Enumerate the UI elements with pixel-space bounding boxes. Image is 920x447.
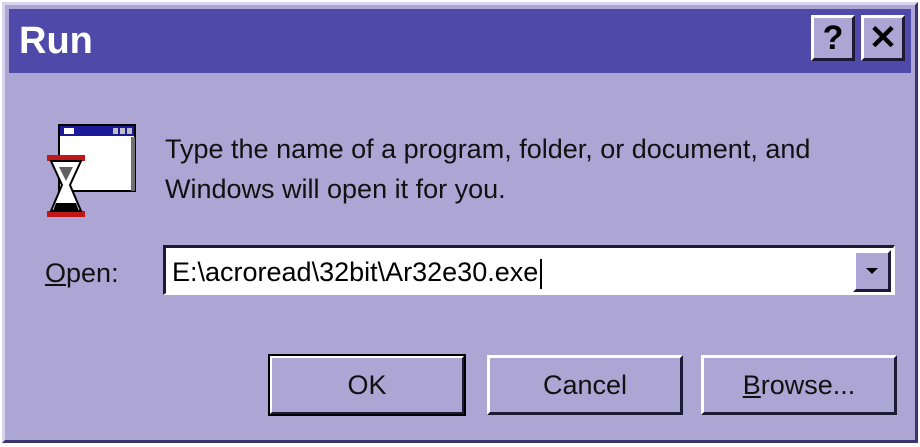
run-program-icon: [47, 124, 136, 217]
close-button[interactable]: ✕: [861, 15, 905, 61]
open-label-rest: pen:: [66, 258, 119, 288]
ok-label: OK: [347, 369, 387, 400]
instruction-text: Type the name of a program, folder, or d…: [165, 129, 885, 209]
open-label-mnemonic: O: [45, 258, 67, 288]
browse-label-rest: rowse...: [760, 369, 856, 400]
open-label: Open:: [45, 255, 119, 291]
cancel-label: Cancel: [542, 369, 628, 400]
help-label: ?: [822, 18, 844, 57]
browse-button[interactable]: Browse...: [701, 355, 897, 415]
instruction-line-1: Type the name of a program, folder, or d…: [165, 134, 811, 164]
window-title: Run: [19, 20, 93, 62]
open-input[interactable]: E:\acroread\32bit\Ar32e30.exe: [172, 254, 543, 290]
run-dialog: Run ? ✕ Type the name of a program, fold…: [2, 2, 918, 443]
open-input-value: E:\acroread\32bit\Ar32e30.exe: [172, 257, 539, 287]
title-bar[interactable]: Run ? ✕: [9, 9, 911, 73]
cancel-button[interactable]: Cancel: [487, 355, 683, 415]
chevron-down-icon: [866, 268, 878, 274]
dropdown-button[interactable]: [853, 250, 891, 292]
close-icon: ✕: [868, 19, 898, 57]
text-caret: [540, 258, 543, 289]
help-button[interactable]: ?: [811, 15, 855, 61]
ok-button[interactable]: OK: [268, 354, 466, 416]
open-combobox[interactable]: E:\acroread\32bit\Ar32e30.exe: [163, 245, 895, 295]
instruction-line-2: Windows will open it for you.: [165, 174, 506, 204]
browse-mnemonic: B: [742, 369, 761, 400]
